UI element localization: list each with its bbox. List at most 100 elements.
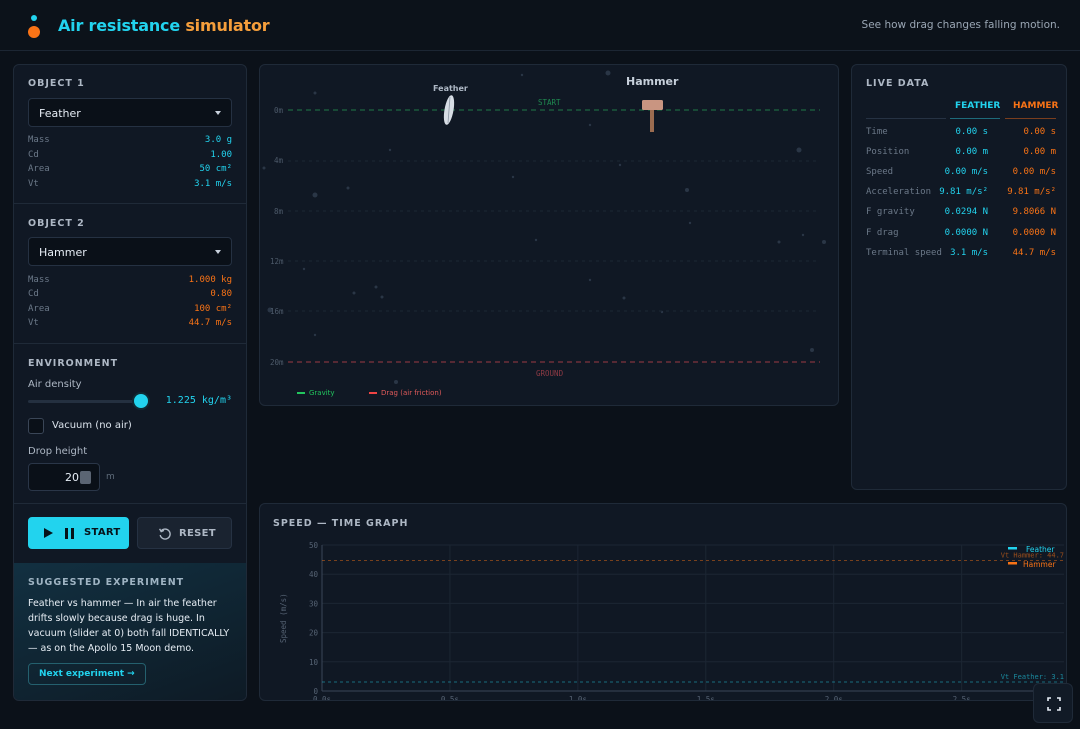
prop-label: Vt <box>28 318 39 328</box>
live-col-feather: FEATHER <box>955 101 1001 111</box>
speed-time-graph: SPEED — TIME GRAPH 0 10 20 30 40 50 0.0s 0.5s 1.… <box>259 503 1067 701</box>
divider <box>866 118 946 119</box>
prop-value: 100 cm² <box>194 304 232 314</box>
hammer-value: 9.8066 N <box>1012 207 1056 217</box>
air-density-slider-thumb[interactable] <box>134 394 148 408</box>
live-label: Acceleration <box>866 187 932 197</box>
y-axis-label: Speed (m/s) <box>279 593 288 643</box>
feather-value: 0.0294 N <box>944 207 988 217</box>
sim-legend: Gravity Drag (air friction) <box>297 389 442 397</box>
prop-label: Cd <box>28 150 39 160</box>
live-label: Terminal speed <box>866 248 942 258</box>
ruler-label: 16m <box>270 307 284 316</box>
prop-label: Mass <box>28 275 50 285</box>
object1-cd-row: Cd 1.00 <box>28 150 232 164</box>
hammer-value: 9.81 m/s² <box>1007 187 1056 197</box>
ground-line-label: GROUND <box>536 369 564 378</box>
y-tick-label: 10 <box>309 658 319 667</box>
object2-title: OBJECT 2 <box>28 218 85 229</box>
prop-value: 0.80 <box>210 289 232 299</box>
prop-label: Vt <box>28 179 39 189</box>
app-title: Air resistance simulator <box>58 16 270 35</box>
object1-area-row: Area 50 cm² <box>28 164 232 178</box>
x-tick-label: 2.5s <box>953 695 971 701</box>
ruler-label: 4m <box>274 156 284 165</box>
drop-height-input[interactable]: 20 <box>28 463 100 491</box>
divider <box>14 343 246 344</box>
x-tick-label: 1.0s <box>569 695 587 701</box>
pause-icon <box>65 528 74 539</box>
chevron-down-icon <box>215 111 221 115</box>
live-row-position: Position 0.00 m 0.00 m <box>866 147 1056 163</box>
x-tick-label: 0.0s <box>313 695 331 701</box>
object1-vt-row: Vt 3.1 m/s <box>28 179 232 193</box>
suggested-text: Feather vs hammer — In air the feather d… <box>28 598 230 654</box>
live-data-title: LIVE DATA <box>866 78 930 89</box>
drag-legend-swatch <box>369 392 377 394</box>
object1-select[interactable]: Feather <box>28 98 232 127</box>
vacuum-checkbox[interactable] <box>28 418 44 434</box>
prop-label: Area <box>28 164 50 174</box>
reset-button-label: RESET <box>179 528 216 539</box>
drop-height-label: Drop height <box>28 446 88 457</box>
spinner-icon[interactable] <box>80 471 91 484</box>
graph-axes: 010203040500.0s 0.5s 1.0s 1.5s 2.0s 2.5s <box>309 541 1064 701</box>
next-experiment-button[interactable]: Next experiment → <box>28 663 146 685</box>
suggested-title: SUGGESTED EXPERIMENT <box>28 577 185 588</box>
reset-icon <box>158 528 171 540</box>
x-tick-label: 2.0s <box>825 695 843 701</box>
hammer-value: 0.00 s <box>1023 127 1056 137</box>
live-label: Position <box>866 147 910 157</box>
prop-value: 1.000 kg <box>188 275 232 285</box>
object2-select[interactable]: Hammer <box>28 237 232 266</box>
app-tagline: See how drag changes falling motion. <box>861 19 1060 31</box>
live-label: Time <box>866 127 888 137</box>
hammer-value: 44.7 m/s <box>1012 248 1056 258</box>
height-ruler: 0m 4m 8m 12m 16m 20m <box>270 106 820 367</box>
divider <box>14 203 246 204</box>
object2-selected: Hammer <box>39 246 87 259</box>
prop-value: 3.0 g <box>204 135 232 145</box>
object2-mass-row: Mass 1.000 kg <box>28 275 232 289</box>
chevron-down-icon <box>215 250 221 254</box>
object2-area-row: Area 100 cm² <box>28 304 232 318</box>
prop-label: Mass <box>28 135 50 145</box>
divider <box>950 118 1000 119</box>
legend-swatch-feather <box>1008 547 1017 550</box>
start-button[interactable]: START <box>28 517 129 549</box>
air-density-label: Air density <box>28 379 82 390</box>
live-col-hammer: HAMMER <box>1013 101 1059 111</box>
ruler-label: 8m <box>274 207 284 216</box>
object1-title: OBJECT 1 <box>28 78 85 89</box>
prop-value: 1.00 <box>210 150 232 160</box>
prop-value: 44.7 m/s <box>188 318 232 328</box>
app-title-accent: simulator <box>185 16 270 35</box>
drag-legend-label: Drag (air friction) <box>381 389 442 397</box>
drop-height-unit: m <box>106 472 115 482</box>
feather-value: 0.00 m <box>955 147 988 157</box>
divider <box>1005 118 1056 119</box>
gravity-legend-label: Gravity <box>309 389 335 397</box>
live-row-f-gravity: F gravity 0.0294 N 9.8066 N <box>866 207 1056 223</box>
hammer-value: 0.0000 N <box>1012 228 1056 238</box>
hammer-value: 0.00 m/s <box>1012 167 1056 177</box>
fullscreen-button[interactable] <box>1033 683 1073 723</box>
vacuum-label[interactable]: Vacuum (no air) <box>52 420 132 431</box>
reset-button[interactable]: RESET <box>137 517 232 549</box>
live-row-acceleration: Acceleration 9.81 m/s² 9.81 m/s² <box>866 187 1056 203</box>
y-tick-label: 40 <box>309 570 319 579</box>
graph-grid <box>321 544 1064 692</box>
simulation-canvas: 0m 4m 8m 12m 16m 20m START GROUND Feathe… <box>259 64 839 406</box>
object2-cd-row: Cd 0.80 <box>28 289 232 303</box>
feather-value: 0.00 s <box>955 127 988 137</box>
air-density-slider-track[interactable] <box>28 400 144 403</box>
feather-value: 3.1 m/s <box>950 248 988 258</box>
fullscreen-icon <box>1047 697 1061 711</box>
particles <box>262 70 826 384</box>
live-label: F gravity <box>866 207 915 217</box>
divider <box>14 503 246 504</box>
live-row-terminal-speed: Terminal speed 3.1 m/s 44.7 m/s <box>866 248 1056 264</box>
x-tick-label: 1.5s <box>697 695 715 701</box>
app-header: Air resistance simulator See how drag ch… <box>0 0 1080 51</box>
feather-label: Feather <box>433 84 468 93</box>
